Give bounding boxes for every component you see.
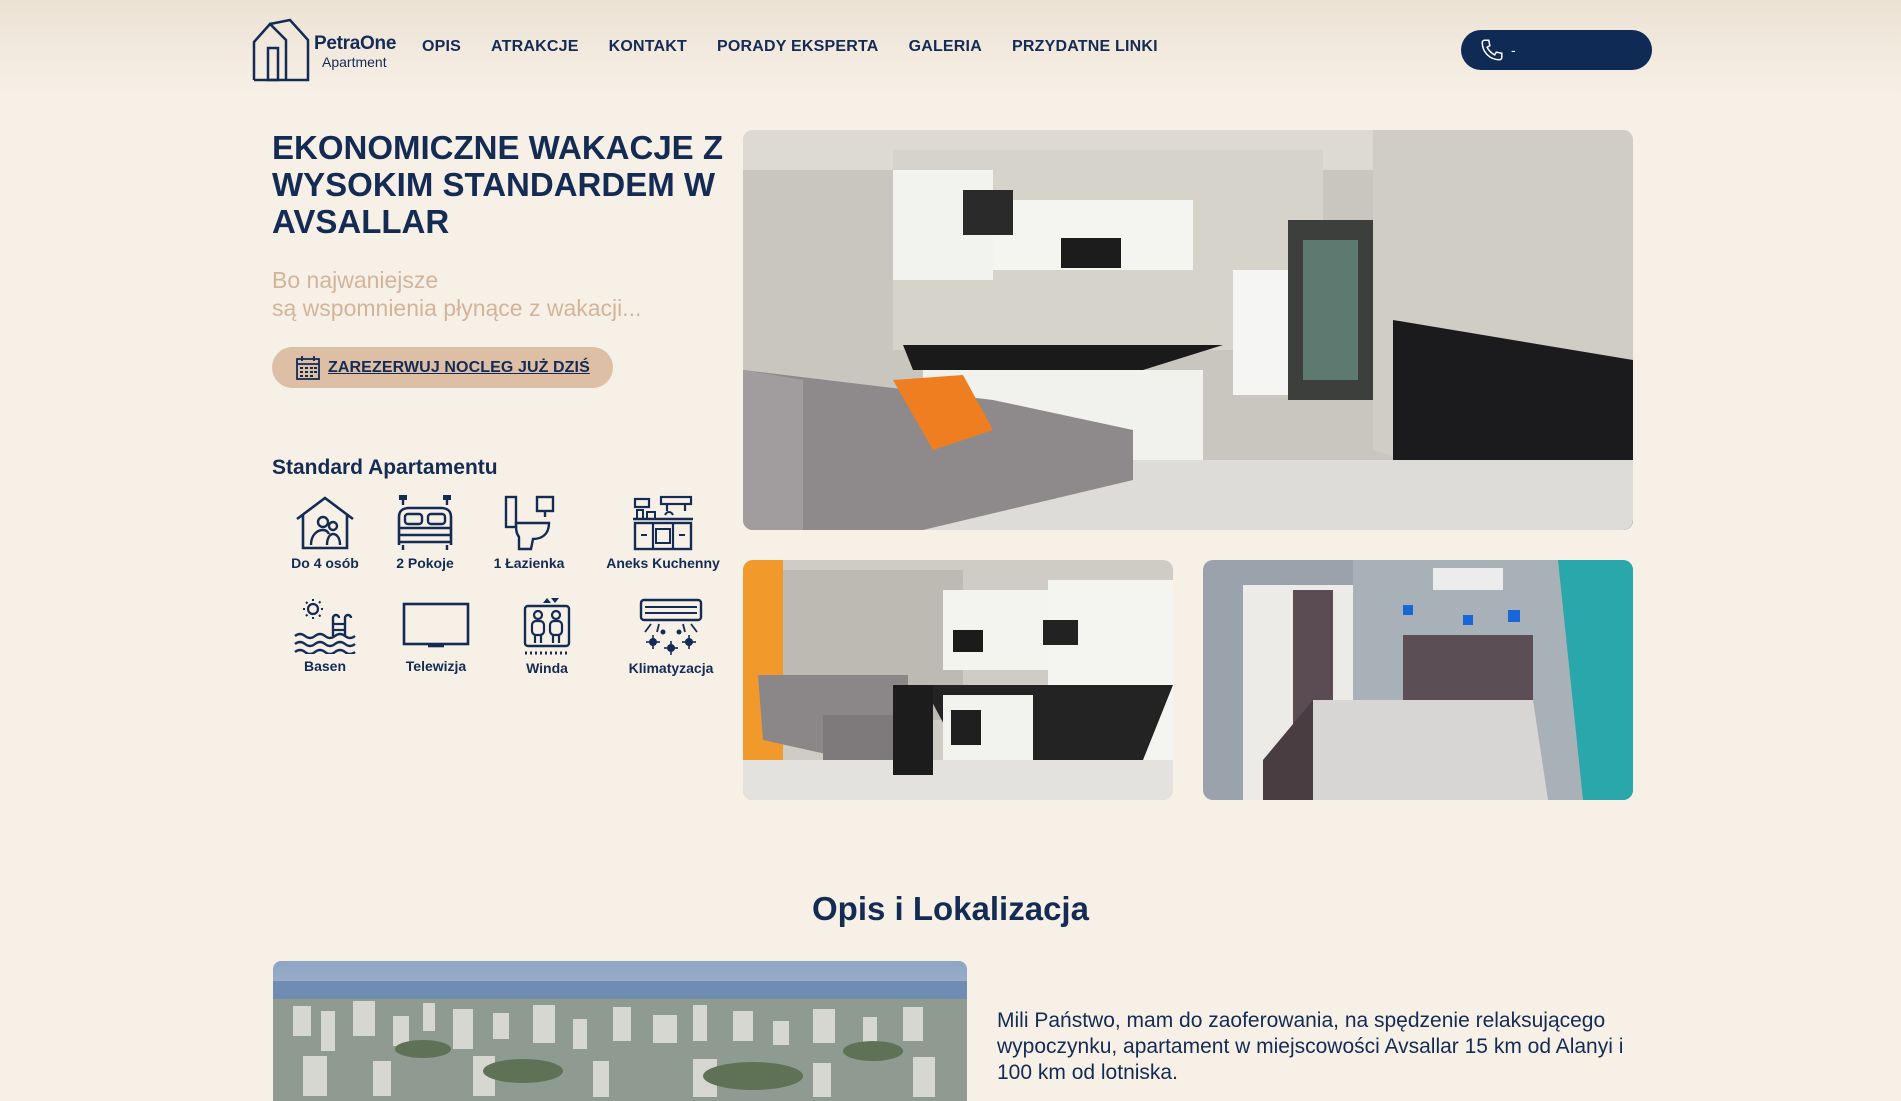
standard-title: Standard Apartamentu: [272, 456, 498, 479]
avsallar-city-photo[interactable]: [273, 961, 967, 1101]
reserve-button[interactable]: ZAREZERWUJ NOCLEG JUŻ DZIŚ: [272, 347, 613, 388]
nav-item-galeria[interactable]: GALERIA: [909, 38, 982, 56]
kitchen-sofa-photo[interactable]: [743, 560, 1173, 800]
nav-item-atrakcje[interactable]: ATRAKCJE: [491, 38, 579, 56]
people-house-icon: [296, 496, 354, 550]
air-conditioner-icon: [639, 598, 703, 655]
amenity-label: Winda: [526, 660, 568, 676]
house-outline-icon: [252, 18, 310, 82]
logo[interactable]: PetraOne Apartment: [250, 18, 410, 82]
phone-icon: [1481, 39, 1503, 61]
nav-item-kontakt[interactable]: KONTAKT: [609, 38, 687, 56]
elevator-icon: [523, 598, 571, 655]
section-title: Opis i Lokalizacja: [812, 890, 1089, 927]
phone-number: -: [1511, 42, 1516, 58]
calendar-icon: [296, 355, 320, 380]
phone-button[interactable]: -: [1461, 30, 1652, 70]
hero-subtitle-line2: są wspomnienia płynące z wakacji...: [272, 295, 642, 321]
hero-title: EKONOMICZNE WAKACJE Z WYSOKIM STANDARDEM…: [272, 129, 724, 240]
amenity-label: 1 Łazienka: [493, 555, 565, 571]
toilet-icon: [504, 495, 555, 551]
tv-icon: [402, 602, 470, 648]
nav-item-porady-eksperta[interactable]: PORADY EKSPERTA: [717, 38, 879, 56]
description-text: Mili Państwo, mam do zaoferowania, na sp…: [997, 1009, 1624, 1084]
bedroom-photo[interactable]: [1203, 560, 1633, 800]
pool-icon: [294, 599, 356, 654]
hero-subtitle-line1: Bo najwaniejsze: [272, 267, 439, 293]
amenity-bathroom: 1 Łazienka: [464, 495, 594, 571]
reserve-button-label: ZAREZERWUJ NOCLEG JUŻ DZIŚ: [328, 358, 590, 376]
amenity-kitchen: Aneks Kuchenny: [598, 495, 728, 571]
kitchen-icon: [633, 495, 693, 551]
living-room-kitchen-photo[interactable]: [743, 130, 1633, 530]
hero-subtitle: Bo najwaniejsze są wspomnienia płynące z…: [272, 266, 702, 322]
logo-name: PetraOne: [314, 33, 397, 54]
amenity-label: Aneks Kuchenny: [606, 555, 720, 571]
amenity-air-conditioning: Klimatyzacja: [606, 598, 736, 676]
nav-item-przydatne-linki[interactable]: PRZYDATNE LINKI: [1012, 38, 1158, 56]
bed-icon: [397, 495, 453, 550]
logo-subtitle: Apartment: [322, 54, 387, 70]
amenity-elevator: Winda: [482, 598, 612, 676]
nav-item-opis[interactable]: OPIS: [422, 38, 461, 56]
amenity-label: Klimatyzacja: [628, 660, 714, 676]
main-nav: OPIS ATRAKCJE KONTAKT PORADY EKSPERTA GA…: [422, 38, 1188, 56]
